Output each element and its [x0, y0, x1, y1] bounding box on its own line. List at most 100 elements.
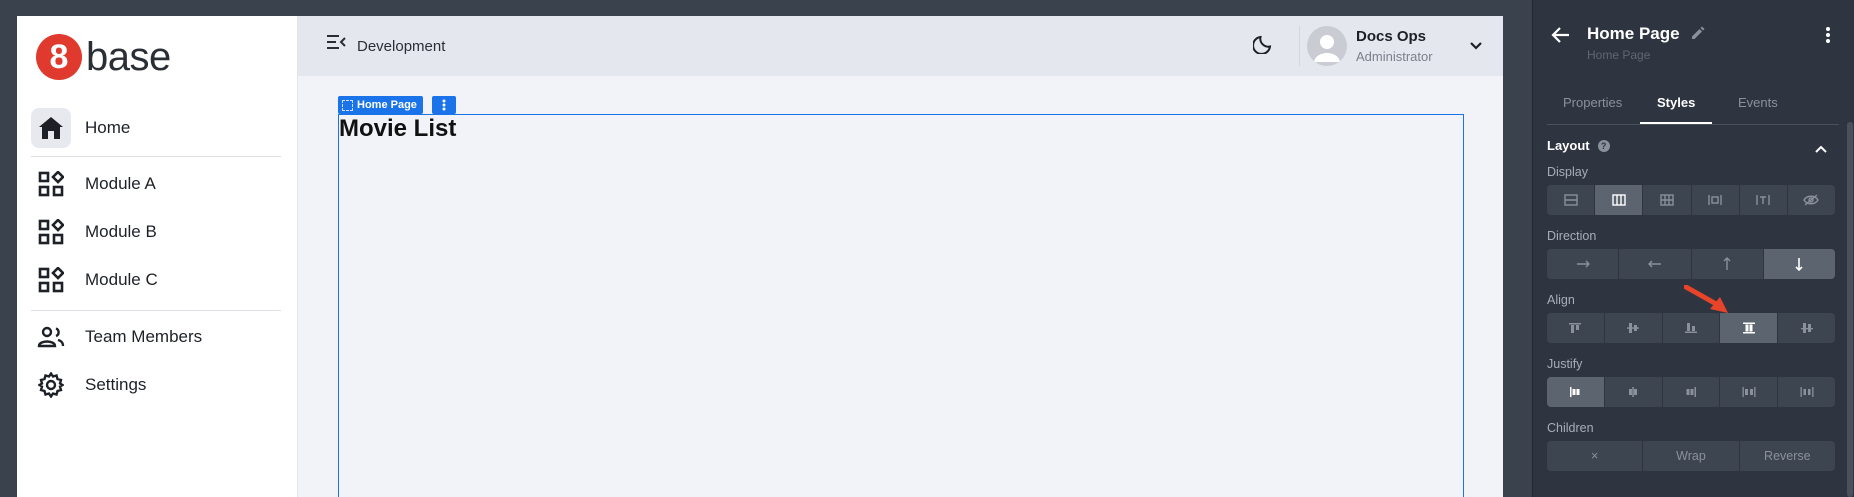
selected-component-badge[interactable]: Home Page [338, 96, 423, 114]
align-baseline-icon [1800, 323, 1813, 333]
display-flex-button[interactable] [1595, 185, 1644, 215]
sidebar-item-label: Settings [85, 375, 147, 394]
display-inline-flex-button[interactable] [1692, 185, 1740, 215]
panel-scrollbar[interactable] [1847, 122, 1853, 497]
justify-space-around-icon [1800, 387, 1814, 397]
direction-row-button[interactable] [1547, 249, 1620, 279]
team-icon [31, 317, 71, 357]
user-divider [1299, 26, 1300, 66]
panel-title: Home Page [1587, 24, 1680, 43]
sidebar-item-module-a[interactable]: Module A [31, 162, 281, 206]
direction-row-reverse-button[interactable] [1619, 249, 1692, 279]
sidebar-item-settings[interactable]: Settings [31, 363, 281, 407]
section-layout-header[interactable]: Layout ? [1547, 138, 1610, 153]
arrow-left-icon [1647, 260, 1661, 268]
modules-icon [31, 260, 71, 300]
gear-icon [31, 365, 71, 405]
arrow-up-icon [1723, 257, 1731, 270]
nav-divider [31, 310, 281, 311]
user-name: Docs Ops [1356, 28, 1427, 45]
top-bar: Development Docs Ops Administrator [298, 16, 1503, 76]
modules-icon [31, 212, 71, 252]
justify-center-icon [1629, 387, 1638, 397]
display-block-button[interactable] [1547, 185, 1596, 215]
children-reverse-button[interactable]: Reverse [1740, 441, 1835, 471]
display-inline-button[interactable] [1740, 185, 1788, 215]
sidebar-item-label: Module C [85, 270, 158, 289]
modules-icon [31, 164, 71, 204]
display-inline-icon [1756, 195, 1770, 205]
direction-label: Direction [1547, 229, 1597, 243]
justify-start-button[interactable] [1547, 377, 1605, 407]
sidebar-item-home[interactable]: Home [31, 106, 281, 150]
chevron-down-icon[interactable] [1469, 38, 1483, 56]
panel-subtitle: Home Page [1587, 48, 1651, 62]
align-baseline-button[interactable] [1778, 313, 1835, 343]
page-title[interactable]: Movie List [339, 115, 456, 143]
tab-events[interactable]: Events [1738, 95, 1778, 110]
pencil-icon[interactable] [1690, 25, 1706, 46]
selected-component-label: Home Page [357, 99, 417, 111]
moon-icon[interactable] [1252, 32, 1275, 59]
nav-divider [31, 156, 281, 157]
sidebar-item-team-members[interactable]: Team Members [31, 315, 281, 359]
canvas-area: 8 base Home Module A Module B Module C T… [0, 0, 1532, 497]
align-label: Align [1547, 293, 1575, 307]
avatar[interactable] [1307, 26, 1347, 66]
sidebar-item-module-b[interactable]: Module B [31, 210, 281, 254]
chevron-up-icon[interactable] [1815, 140, 1827, 158]
sidebar-item-label: Module A [85, 174, 156, 193]
help-icon[interactable]: ? [1597, 139, 1610, 152]
properties-panel: Home Page Home Page Properties Styles Ev… [1532, 0, 1854, 497]
back-arrow-icon[interactable] [1551, 26, 1571, 49]
justify-space-around-button[interactable] [1778, 377, 1835, 407]
user-role: Administrator [1356, 49, 1433, 64]
display-control [1547, 185, 1835, 215]
logo: 8 base [36, 34, 171, 80]
annotation-arrow-icon [1683, 284, 1734, 320]
align-start-icon [1569, 323, 1582, 333]
align-end-icon [1684, 323, 1697, 333]
tab-properties[interactable]: Properties [1563, 95, 1622, 110]
children-wrap-button[interactable]: Wrap [1643, 441, 1740, 471]
tab-styles[interactable]: Styles [1657, 95, 1695, 110]
align-center-icon [1627, 323, 1640, 333]
sidebar: 8 base Home Module A Module B Module C T… [17, 16, 298, 497]
children-none-button[interactable]: × [1547, 441, 1644, 471]
sidebar-item-label: Team Members [85, 327, 203, 346]
menu-collapse-icon[interactable] [326, 34, 346, 55]
children-label: Children [1547, 421, 1594, 435]
drag-handle-icon[interactable] [342, 99, 353, 111]
justify-start-icon [1570, 387, 1580, 397]
component-menu-button[interactable] [432, 96, 456, 114]
section-title: Layout [1547, 138, 1590, 153]
panel-tabs: Properties Styles Events [1533, 80, 1854, 124]
display-flex-icon [1612, 194, 1626, 206]
tabs-divider [1547, 124, 1839, 125]
justify-end-button[interactable] [1663, 377, 1721, 407]
direction-control [1547, 249, 1835, 279]
logo-text: base [86, 34, 171, 79]
display-grid-button[interactable] [1643, 185, 1692, 215]
selection-frame[interactable] [338, 114, 1464, 497]
display-block-icon [1563, 194, 1578, 206]
direction-column-reverse-button[interactable] [1692, 249, 1764, 279]
display-grid-icon [1660, 194, 1674, 206]
arrow-down-icon [1795, 258, 1803, 271]
justify-space-between-icon [1742, 387, 1756, 397]
sidebar-item-module-c[interactable]: Module C [31, 258, 281, 302]
home-icon [31, 108, 71, 148]
align-start-button[interactable] [1547, 313, 1605, 343]
align-center-button[interactable] [1605, 313, 1663, 343]
justify-control [1547, 377, 1835, 407]
eye-off-icon [1803, 194, 1820, 206]
justify-center-button[interactable] [1605, 377, 1663, 407]
children-control: × Wrap Reverse [1547, 441, 1835, 471]
justify-space-between-button[interactable] [1720, 377, 1779, 407]
direction-column-button[interactable] [1763, 249, 1835, 279]
display-inline-flex-icon [1708, 195, 1722, 205]
arrow-right-icon [1576, 260, 1590, 268]
kebab-icon[interactable] [1825, 26, 1831, 49]
kebab-icon [442, 99, 446, 111]
display-none-button[interactable] [1788, 185, 1835, 215]
